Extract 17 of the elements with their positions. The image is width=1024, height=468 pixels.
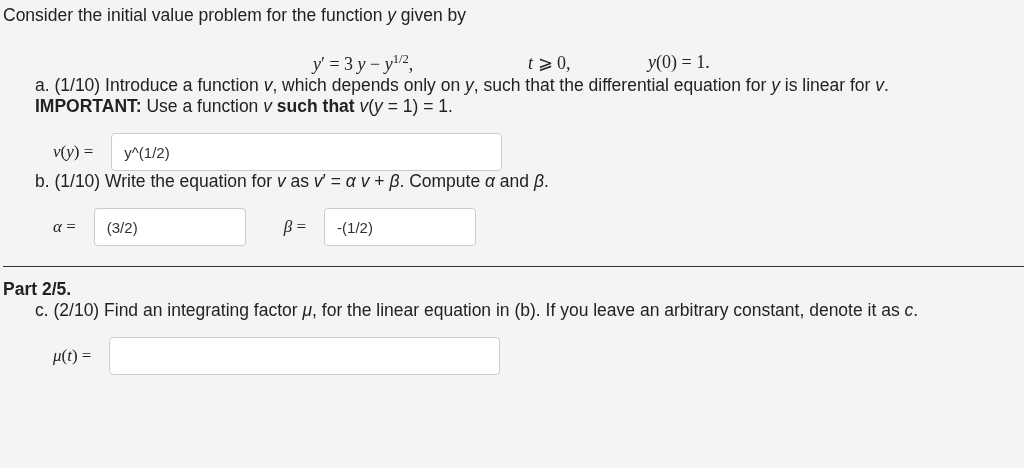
- equation-term: y(0) = 1.: [648, 52, 710, 74]
- question-text: a. (1/10) Introduce a function v, which depends only on y, such that the differential equation for y is linear for v.: [35, 75, 890, 96]
- field-label: v(y) =: [53, 142, 94, 162]
- equation-term: y′ = 3 y − y$^{1/2}$,: [313, 52, 415, 75]
- answer-field[interactable]: (3/2): [93, 208, 246, 246]
- answer-field[interactable]: y^(1/2): [111, 133, 503, 171]
- part-heading: Part 2/5.: [3, 266, 1024, 300]
- field-label: μ(t) =: [53, 346, 92, 366]
- answer-field[interactable]: -(1/2): [324, 208, 477, 246]
- question-text: b. (1/10) Write the equation for v as v′ = α v + β. Compute α and β.: [35, 171, 550, 192]
- question-text: c. (2/10) Find an integrating factor μ, for the linear equation in (b). If you leave an arbitrary constant, denote it as c.: [35, 300, 920, 321]
- equation-term: t ⩾ 0,: [528, 52, 572, 75]
- answer-field[interactable]: [109, 337, 501, 375]
- field-label: β =: [283, 217, 307, 237]
- intro-text: Consider the initial value problem for the function y given by: [3, 5, 468, 26]
- important-note: IMPORTANT: Use a function v such that v(y = 1) = 1.: [35, 96, 454, 117]
- field-label: α =: [53, 217, 76, 237]
